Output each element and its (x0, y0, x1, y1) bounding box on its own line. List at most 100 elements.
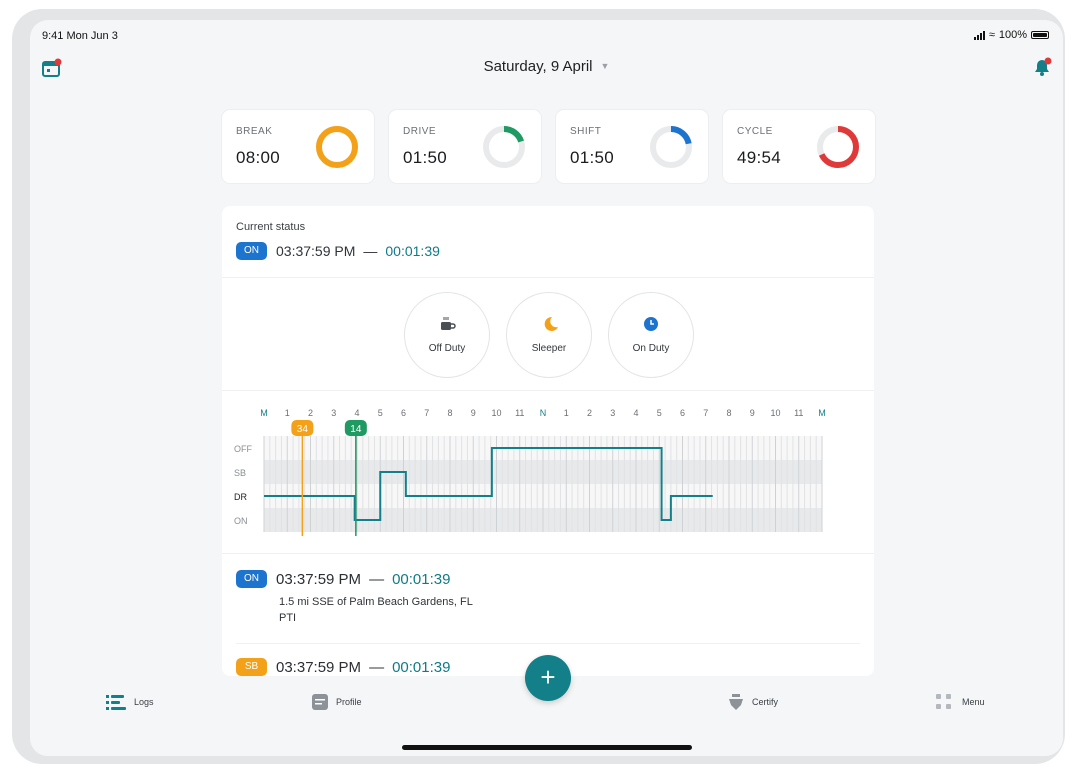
status-bar: 9:41 Mon Jun 3 ≈ 100% (30, 20, 1063, 48)
separator: — (369, 658, 385, 676)
card-label: DRIVE (403, 126, 437, 137)
moon-icon (544, 316, 558, 331)
home-indicator (402, 745, 692, 750)
break-card: BREAK 08:00 (222, 110, 374, 183)
drive-progress-ring (483, 126, 525, 168)
wifi-icon: ≈ (988, 29, 995, 41)
graph-hour-label: 8 (726, 408, 731, 418)
sleeper-label: Sleeper (531, 343, 567, 354)
break-progress-ring (316, 126, 358, 168)
graph-hour-label: 4 (354, 408, 359, 418)
log-entry-line: ON 03:37:59 PM — 00:01:39 (236, 570, 473, 588)
app-screen: 9:41 Mon Jun 3 ≈ 100% Saturday, 9 April ▼… (30, 20, 1063, 756)
card-value: 08:00 (236, 148, 281, 167)
tab-logs[interactable]: Logs (106, 694, 154, 710)
off-duty-button[interactable]: Off Duty (404, 292, 490, 378)
off-duty-label: Off Duty (428, 343, 466, 354)
log-badge: SB (236, 658, 267, 676)
graph-hour-label: 3 (610, 408, 615, 418)
graph-hour-label: 11 (515, 408, 524, 418)
card-label: CYCLE (737, 126, 773, 137)
chevron-down-icon: ▼ (600, 61, 610, 71)
log-graph-svg: OFFSBDRONM 1 2 3 4 5 6 7 8 9 10 11 N 1 2 3 4 5 6 7 8 9 10 11 M34… (234, 408, 826, 536)
date-selector[interactable]: Saturday, 9 April ▼ (30, 58, 1063, 75)
on-duty-button[interactable]: On Duty (608, 292, 694, 378)
drive-card: DRIVE 01:50 (389, 110, 541, 183)
log-duration: 00:01:39 (392, 658, 451, 676)
log-time: 03:37:59 PM (276, 658, 362, 676)
signal-icon (973, 30, 985, 40)
logs-icon (106, 695, 126, 710)
coffee-icon (441, 317, 456, 330)
graph-hour-label: M (260, 408, 268, 418)
graph-hour-label: 10 (491, 408, 501, 418)
graph-hour-label: 3 (331, 408, 336, 418)
graph-hour-label: 7 (424, 408, 429, 418)
graph-hour-label: 7 (703, 408, 708, 418)
current-status-line: ON 03:37:59 PM — 00:01:39 (236, 242, 440, 260)
bell-icon[interactable] (1031, 56, 1053, 78)
graph-row-label: DR (234, 492, 247, 502)
tab-profile-label: Profile (336, 697, 362, 707)
divider (222, 553, 874, 554)
log-location: 1.5 mi SSE of Palm Beach Gardens, FL (279, 596, 473, 608)
battery-percent: 100% (998, 29, 1027, 41)
log-graph[interactable]: OFF SB DR ON M 1 2 3 4 5 6 7 8 9 10 11 N 1 2 3 4 5 6 7 8 9 10 11 M 34… (222, 392, 874, 552)
separator: — (369, 570, 385, 588)
graph-hour-label: 5 (378, 408, 383, 418)
shift-progress-ring (650, 126, 692, 168)
log-duration: 00:01:39 (392, 570, 451, 588)
tab-certify[interactable]: Certify (728, 694, 778, 710)
battery-icon (1031, 31, 1049, 39)
graph-hour-label: 6 (680, 408, 685, 418)
current-status-label: Current status (236, 221, 306, 233)
certify-icon (729, 694, 743, 710)
card-label: BREAK (236, 126, 273, 137)
graph-hour-label: 5 (657, 408, 662, 418)
status-badge: ON (236, 242, 267, 260)
date-label: Saturday, 9 April (483, 58, 593, 75)
graph-hour-label: N (540, 408, 547, 418)
menu-grid-icon (936, 694, 951, 709)
graph-hour-label: 1 (564, 408, 569, 418)
tab-certify-label: Certify (752, 697, 779, 707)
tab-profile[interactable]: Profile (312, 694, 362, 710)
card-value: 01:50 (403, 148, 448, 167)
graph-hour-label: 1 (285, 408, 290, 418)
status-time: 03:37:59 PM (276, 243, 356, 259)
log-note: PTI (279, 612, 297, 624)
graph-hour-label: 9 (471, 408, 476, 418)
tab-menu[interactable]: Menu (936, 694, 985, 710)
sleeper-button[interactable]: Sleeper (506, 292, 592, 378)
tab-menu-label: Menu (962, 697, 985, 707)
clock-icon (644, 317, 658, 331)
divider (222, 390, 874, 391)
card-value: 49:54 (737, 148, 782, 167)
profile-icon (312, 694, 328, 710)
graph-row-label: SB (234, 468, 246, 478)
graph-row-label: OFF (234, 444, 252, 454)
separator: — (363, 243, 378, 259)
graph-hour-label: 11 (794, 408, 803, 418)
summary-cards: BREAK 08:00 DRIVE 01:50 SHIFT 01:50 CYCL… (222, 110, 875, 183)
log-entry-line: SB 03:37:59 PM — 00:01:39 (236, 658, 450, 676)
add-event-button[interactable]: + (525, 655, 571, 701)
divider (236, 643, 860, 644)
graph-hour-label: 10 (770, 408, 780, 418)
marker-label: 14 (350, 424, 362, 435)
cycle-progress-ring (817, 126, 859, 168)
log-time: 03:37:59 PM (276, 570, 362, 588)
duty-status-buttons: Off Duty Sleeper On Duty (404, 292, 694, 378)
log-entry[interactable]: ON 03:37:59 PM — 00:01:39 1.5 mi SSE of … (236, 570, 473, 624)
graph-hour-label: 6 (401, 408, 406, 418)
log-entry[interactable]: SB 03:37:59 PM — 00:01:39 (236, 658, 450, 676)
graph-hour-label: 4 (633, 408, 638, 418)
graph-row-label: ON (234, 516, 248, 526)
card-label: SHIFT (570, 126, 602, 137)
top-bar: Saturday, 9 April ▼ (30, 50, 1063, 86)
tab-logs-label: Logs (134, 697, 154, 707)
marker-label: 34 (297, 424, 309, 435)
status-indicators: ≈ 100% (973, 29, 1049, 41)
status-time: 9:41 Mon Jun 3 (42, 30, 118, 42)
shift-card: SHIFT 01:50 (556, 110, 708, 183)
